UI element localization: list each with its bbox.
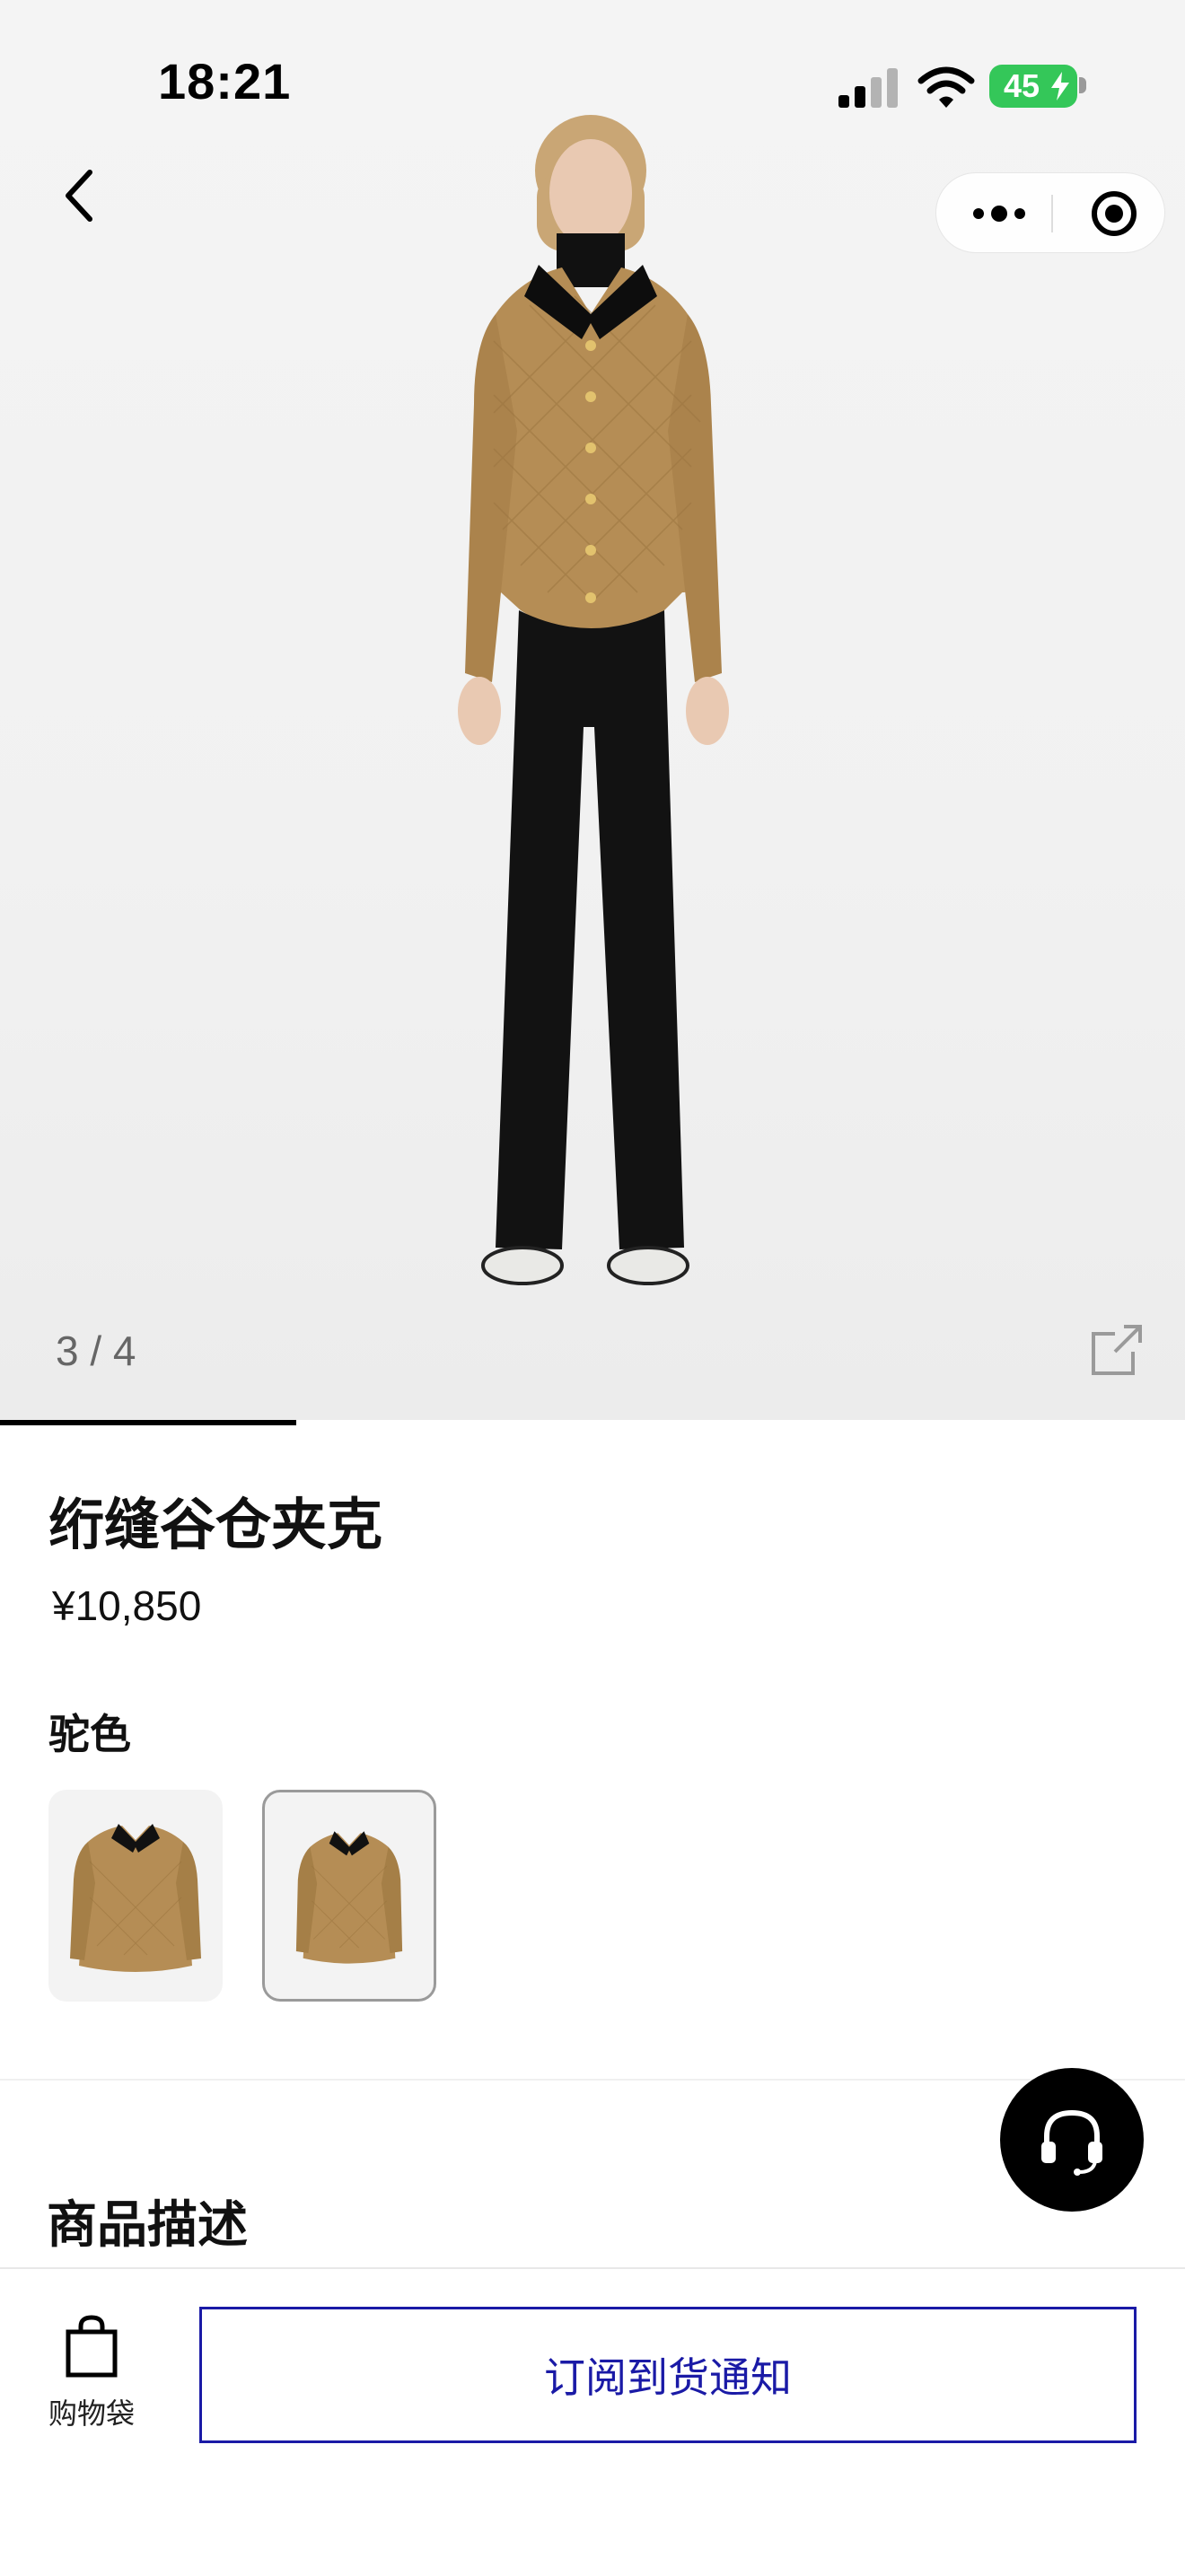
- close-button[interactable]: [1078, 173, 1150, 254]
- product-image-gallery[interactable]: 18:21 45 3 / 4: [0, 0, 1185, 1425]
- external-link-icon[interactable]: [1088, 1321, 1146, 1379]
- gallery-progress: [0, 1420, 1185, 1425]
- back-button[interactable]: [45, 162, 113, 230]
- jacket-thumbnail: [295, 1831, 403, 1964]
- shopping-bag-button[interactable]: 购物袋: [36, 2314, 147, 2440]
- headset-icon: [1041, 2109, 1102, 2176]
- shopping-bag-icon: [66, 2315, 118, 2378]
- product-description-heading[interactable]: 商品描述: [47, 2185, 248, 2257]
- capsule-divider: [1051, 195, 1053, 232]
- jacket-thumbnail: [70, 1824, 201, 1972]
- battery-level: 45: [1003, 67, 1040, 104]
- gallery-progress-fill: [0, 1420, 296, 1425]
- battery-icon: 45: [989, 65, 1077, 108]
- color-name: 驼色: [48, 1710, 131, 1758]
- cellular-signal-icon: [838, 68, 898, 108]
- close-target-icon: [1092, 191, 1137, 236]
- status-time: 18:21: [158, 53, 292, 110]
- product-model-image: [458, 115, 729, 1285]
- chevron-left-icon: [66, 170, 92, 222]
- color-swatch-2-selected[interactable]: [262, 1790, 436, 2002]
- battery-tip: [1079, 77, 1086, 93]
- gallery-page-counter: 3 / 4: [56, 1327, 136, 1374]
- product-title: 绗缝谷仓夹克: [48, 1492, 383, 1557]
- miniprogram-capsule: [935, 172, 1165, 253]
- bottom-action-bar: 购物袋 订阅到货通知: [0, 2267, 1185, 2576]
- subscribe-restock-button[interactable]: 订阅到货通知: [199, 2307, 1137, 2443]
- section-divider: [0, 2079, 1185, 2081]
- color-swatch-1[interactable]: [48, 1790, 223, 2002]
- shopping-bag-label: 购物袋: [48, 2396, 135, 2431]
- more-button[interactable]: [963, 173, 1035, 254]
- more-dots-icon: [973, 206, 1025, 222]
- customer-support-button[interactable]: [1000, 2068, 1144, 2212]
- wifi-icon: [917, 66, 975, 108]
- status-bar: 18:21 45: [0, 0, 1185, 171]
- charging-bolt-icon: [1051, 72, 1069, 101]
- product-price: ¥10,850: [52, 1582, 202, 1629]
